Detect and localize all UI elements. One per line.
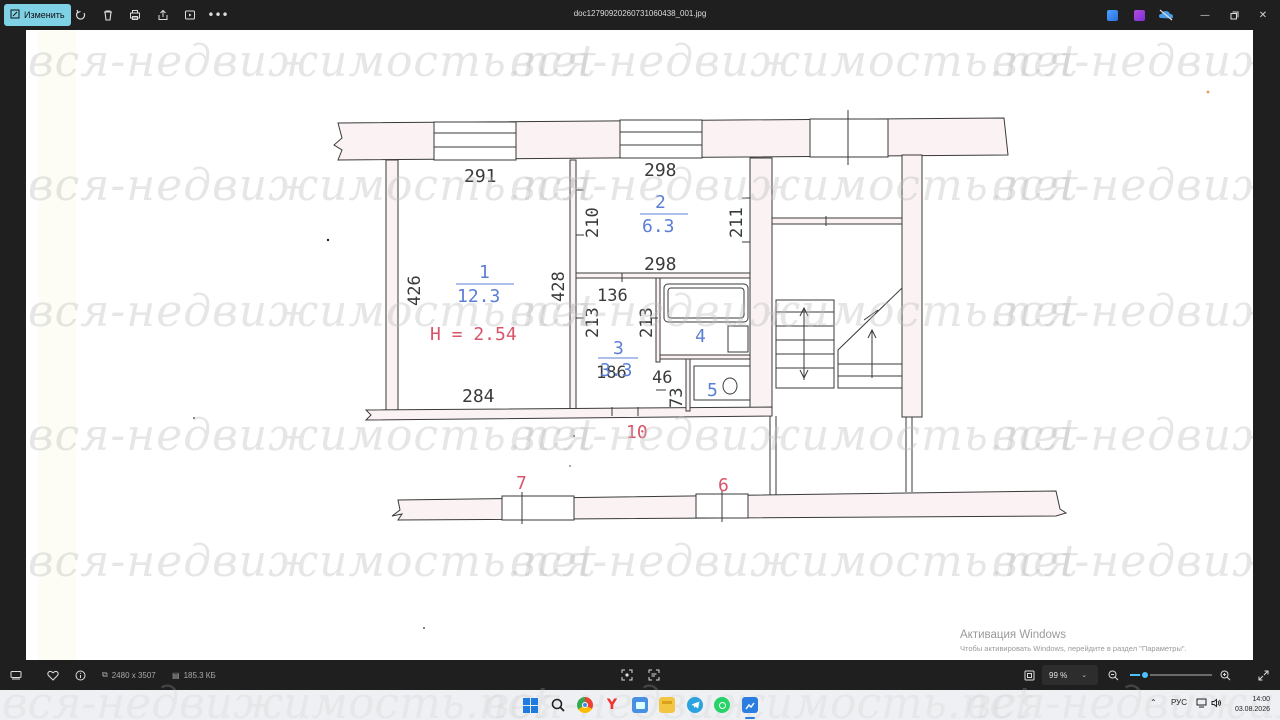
whatsapp-icon[interactable] (714, 697, 730, 713)
input-language[interactable]: РУС (1171, 698, 1187, 707)
dim-211: 211 (727, 207, 747, 238)
watermark: вся-недвижимость.net (484, 678, 1033, 720)
watermark: вся-недвижимость.net (992, 160, 1253, 211)
zoom-slider[interactable] (1130, 670, 1212, 680)
clipchamp-icon[interactable] (1131, 7, 1147, 23)
search-icon[interactable] (550, 697, 566, 713)
room-3-number: 3 (613, 338, 624, 359)
right-gutter (1253, 30, 1280, 660)
room-2-area: 6.3 (642, 216, 675, 237)
activation-subtitle: Чтобы активировать Windows, перейдите в … (960, 644, 1187, 653)
watermark: вся-недвижимость.net (966, 678, 1280, 720)
maximize-button[interactable] (1226, 7, 1242, 23)
dim-46: 46 (652, 368, 672, 388)
windows-taskbar: вся-недвижимость.net вся-недвижимость.ne… (0, 678, 1280, 720)
network-icon[interactable] (1196, 698, 1207, 710)
left-gutter (0, 30, 26, 660)
clock-date: 03.08.2026 (1234, 706, 1270, 713)
activation-title: Активация Windows (960, 629, 1066, 641)
watermark: вся-недвижимость.net (2, 678, 551, 720)
photos-app-icon[interactable] (632, 697, 648, 713)
room-1-number: 1 (479, 262, 490, 283)
room-5-number: 5 (707, 380, 718, 401)
dim-284: 284 (462, 386, 495, 407)
dim-73: 73 (667, 388, 687, 408)
photos-app-window: Изменить ••• doc12790920260731060438_001… (0, 0, 1280, 720)
watermark: вся-недвижимость.net (992, 286, 1253, 337)
dim-210: 210 (583, 207, 603, 238)
clock-time: 14:00 (1252, 696, 1270, 703)
file-name: doc12790920260731060438_001.jpg (573, 9, 707, 18)
volume-icon[interactable] (1211, 698, 1222, 710)
image-viewport[interactable]: 291 298 298 186 284 136 46 210 211 426 4… (26, 30, 1253, 660)
minimize-button[interactable]: — (1197, 7, 1213, 23)
dim-298-mid: 298 (644, 254, 677, 275)
windows-activation-notice: Активация Windows Чтобы активировать Win… (960, 629, 1187, 653)
top-toolbar: Изменить ••• doc12790920260731060438_001… (0, 0, 1280, 30)
tray-overflow-icon[interactable]: ⌃ (1150, 698, 1157, 707)
watermark: вся-недвижимость.net (992, 36, 1253, 87)
paint-app-icon[interactable] (1104, 7, 1120, 23)
telegram-icon[interactable] (687, 697, 703, 713)
file-explorer-icon[interactable] (659, 697, 675, 713)
onedrive-off-icon[interactable] (1158, 7, 1174, 23)
taskbar-clock[interactable]: 14:00 03.08.2026 (1235, 695, 1270, 715)
photos-viewer-active-icon[interactable] (742, 697, 758, 713)
close-button[interactable]: ✕ (1255, 7, 1271, 23)
start-menu-icon[interactable] (522, 697, 538, 713)
watermark: вся-недвижимость.net (992, 536, 1253, 587)
label-7: 7 (516, 473, 527, 494)
chrome-icon[interactable] (577, 697, 593, 713)
label-6: 6 (718, 475, 729, 496)
yandex-browser-icon[interactable]: Y (604, 697, 620, 713)
room-3-area: 3.3 (600, 360, 633, 381)
watermark: вся-недвижимость.net (992, 410, 1253, 461)
active-app-indicator (745, 717, 755, 719)
